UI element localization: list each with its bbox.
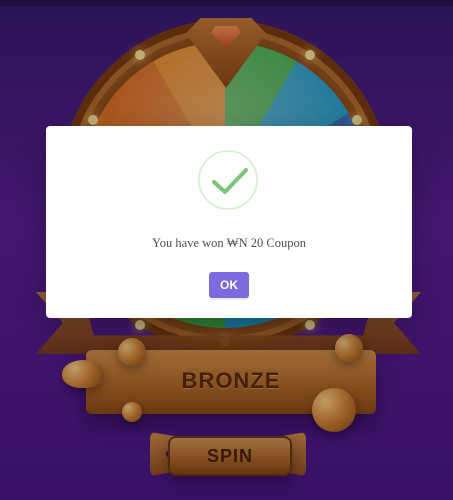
win-message: You have won ₩N 20 Coupon (152, 236, 306, 250)
win-modal: You have won ₩N 20 Coupon OK (46, 126, 412, 318)
ok-button[interactable]: OK (209, 272, 249, 298)
spin-wheel-page: BRONZE SPIN You have won ₩N 20 Coupon OK (0, 0, 453, 500)
check-icon (198, 150, 258, 210)
